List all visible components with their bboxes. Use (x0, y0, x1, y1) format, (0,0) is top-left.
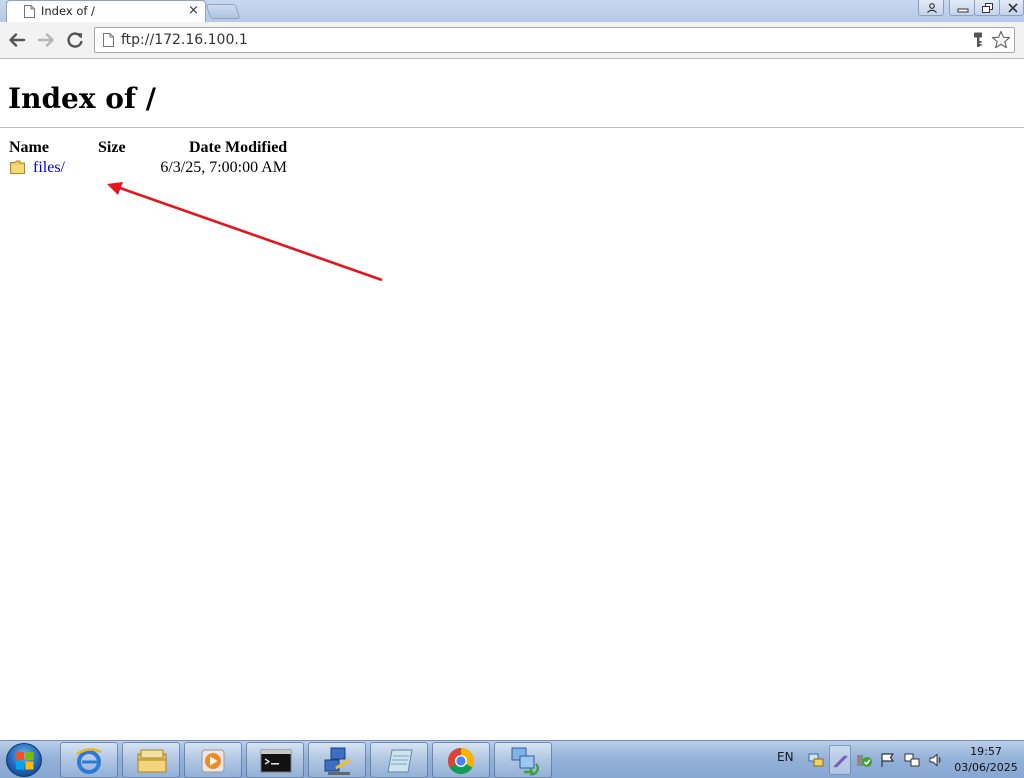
tab-close-button[interactable]: × (188, 3, 199, 19)
flag-icon[interactable] (880, 752, 896, 768)
key-icon[interactable] (972, 32, 984, 48)
clock-time: 19:57 (970, 745, 1002, 758)
taskbar-network-share[interactable] (494, 742, 552, 778)
command-prompt-icon (260, 749, 292, 773)
pen-icon (833, 755, 848, 768)
chrome-icon (447, 747, 475, 775)
tray-language-indicator[interactable]: EN (777, 750, 794, 764)
restore-button[interactable] (974, 0, 1000, 16)
taskbar-clock[interactable]: 19:57 03/06/2025 (950, 744, 1022, 776)
close-window-button[interactable] (999, 0, 1024, 16)
taskbar-file-explorer[interactable] (122, 742, 180, 778)
volume-icon[interactable] (928, 752, 944, 768)
tab-title: Index of / (41, 4, 95, 18)
media-player-icon (201, 749, 225, 773)
tray-pen-button[interactable] (829, 745, 851, 775)
forward-arrow-icon[interactable] (36, 30, 56, 50)
restore-icon (982, 3, 993, 13)
notepad-icon (387, 749, 413, 773)
profile-button[interactable] (918, 0, 944, 16)
taskbar-internet-explorer[interactable] (60, 742, 118, 778)
reload-icon[interactable] (65, 30, 85, 50)
browser-tab[interactable]: Index of / × (6, 0, 206, 22)
taskbar-command-prompt[interactable] (246, 742, 304, 778)
file-explorer-icon (137, 749, 167, 773)
security-check-icon[interactable] (856, 752, 873, 768)
clock-date: 03/06/2025 (954, 761, 1018, 774)
taskbar-media-player[interactable] (184, 742, 242, 778)
taskbar-network-tool[interactable] (308, 742, 366, 778)
start-button[interactable] (6, 743, 42, 777)
browser-toolbar: ftp://172.16.100.1 (0, 22, 1024, 59)
minimize-button[interactable] (949, 0, 975, 16)
network-tool-icon (324, 747, 351, 775)
address-bar[interactable]: ftp://172.16.100.1 (94, 27, 1015, 53)
close-icon (1008, 3, 1018, 13)
annotation-arrow (107, 182, 383, 282)
windows-taskbar: EN 19:57 03/06/2025 (0, 740, 1024, 778)
windows-logo-icon (16, 752, 34, 770)
internet-explorer-icon (76, 748, 102, 774)
taskbar-notepad[interactable] (370, 742, 428, 778)
network-share-icon (511, 747, 539, 776)
window-titlebar: Index of / × (0, 0, 1024, 22)
minimize-icon (957, 8, 969, 13)
new-tab-button[interactable] (205, 4, 241, 19)
address-bar-url[interactable]: ftp://172.16.100.1 (121, 32, 248, 48)
page-icon (24, 5, 35, 18)
back-arrow-icon[interactable] (7, 30, 27, 50)
network-tray-icon[interactable] (808, 752, 824, 768)
page-icon (103, 33, 114, 47)
page-content: Index of / Name Size Date Modified files… (0, 60, 1024, 740)
display-icon[interactable] (904, 752, 920, 768)
taskbar-chrome[interactable] (432, 742, 490, 778)
star-icon[interactable] (991, 30, 1011, 50)
user-icon (927, 3, 937, 13)
